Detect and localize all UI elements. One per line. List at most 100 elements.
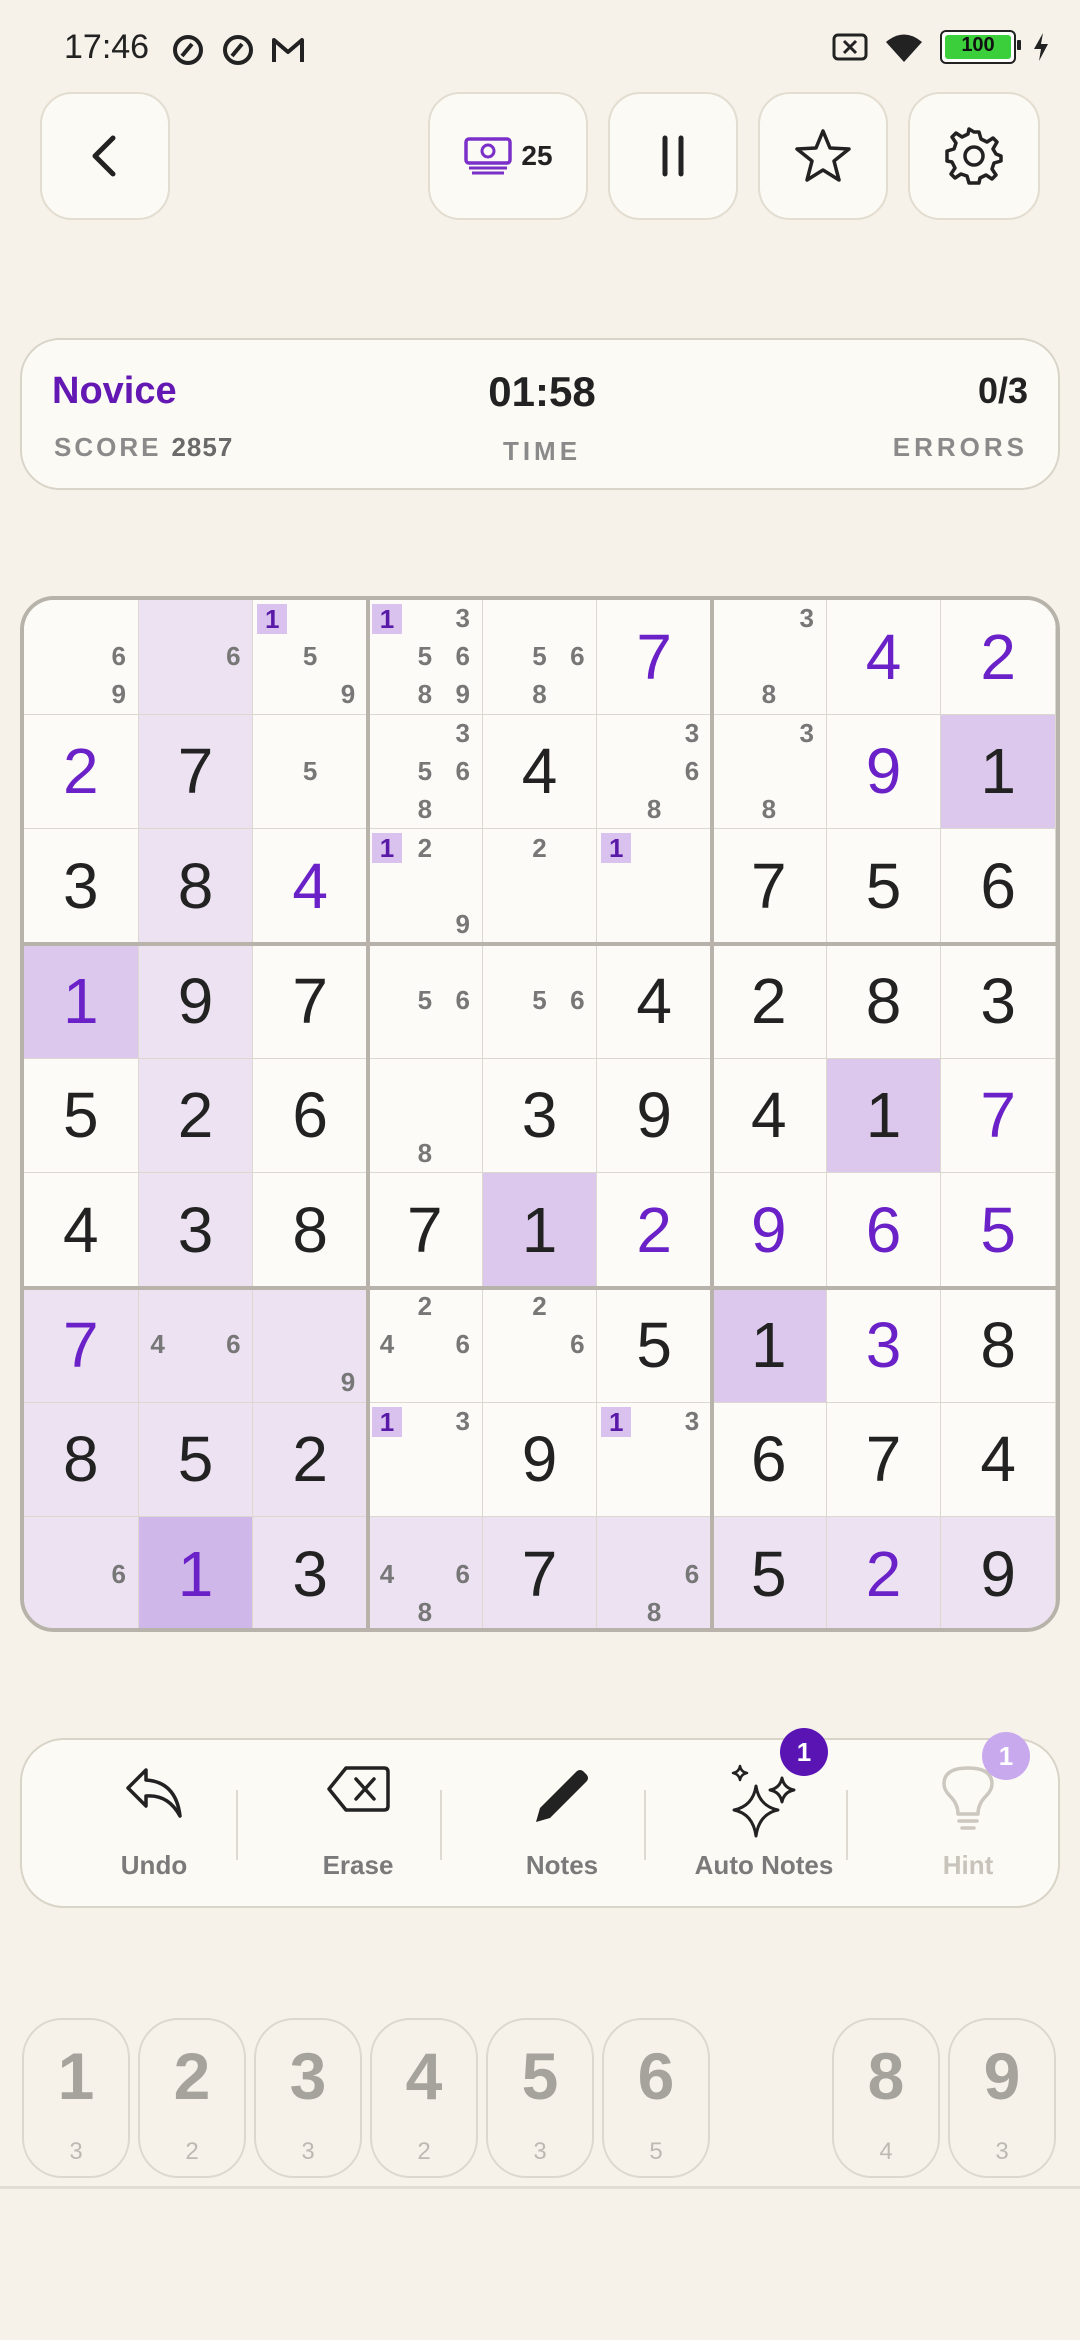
board-cell-r7c8[interactable]: 3 bbox=[826, 1288, 942, 1403]
board-cell-r3c2[interactable]: 8 bbox=[138, 829, 254, 944]
numpad-key-3[interactable]: 3 3 bbox=[254, 2018, 362, 2178]
board-cell-r7c3[interactable]: 9 bbox=[253, 1288, 368, 1403]
erase-button[interactable]: Erase bbox=[268, 1740, 448, 1906]
board-cell-r2c5[interactable]: 4 bbox=[482, 714, 598, 830]
board-cell-r5c5[interactable]: 3 bbox=[482, 1058, 598, 1174]
board-cell-r5c9[interactable]: 7 bbox=[941, 1058, 1056, 1174]
board-cell-r5c2[interactable]: 2 bbox=[138, 1058, 254, 1174]
hint-button[interactable]: Hint bbox=[878, 1740, 1058, 1906]
board-cell-r9c7[interactable]: 5 bbox=[712, 1517, 827, 1628]
numpad-key-9[interactable]: 9 3 bbox=[948, 2018, 1056, 2178]
board-cell-r8c7[interactable]: 6 bbox=[712, 1402, 827, 1518]
board-cell-r3c1[interactable]: 3 bbox=[24, 829, 139, 944]
board-cell-r2c8[interactable]: 9 bbox=[826, 714, 942, 830]
board-cell-r3c3[interactable]: 4 bbox=[253, 829, 368, 944]
board-cell-r1c4[interactable]: 1 35689 bbox=[368, 600, 483, 715]
board-cell-r4c4[interactable]: 56 bbox=[368, 944, 483, 1059]
board-cell-r8c6[interactable]: 13 bbox=[597, 1402, 712, 1518]
board-cell-r4c7[interactable]: 2 bbox=[712, 944, 827, 1059]
board-cell-r3c6[interactable]: 1 bbox=[597, 829, 712, 944]
board-cell-r1c8[interactable]: 4 bbox=[826, 600, 942, 715]
board-cell-r2c3[interactable]: 5 bbox=[253, 714, 368, 830]
board-cell-r2c2[interactable]: 7 bbox=[138, 714, 254, 830]
board-cell-r8c8[interactable]: 7 bbox=[826, 1402, 942, 1518]
cell-note: 6 bbox=[455, 985, 470, 1016]
board-cell-r9c4[interactable]: 4 68 bbox=[368, 1517, 483, 1628]
board-cell-r8c4[interactable]: 13 bbox=[368, 1402, 483, 1518]
board-cell-r4c6[interactable]: 4 bbox=[597, 944, 712, 1059]
board-cell-r9c3[interactable]: 3 bbox=[253, 1517, 368, 1628]
board-cell-r4c9[interactable]: 3 bbox=[941, 944, 1056, 1059]
board-cell-r7c9[interactable]: 8 bbox=[941, 1288, 1056, 1403]
numpad-key-8[interactable]: 8 4 bbox=[832, 2018, 940, 2178]
board-cell-r9c6[interactable]: 68 bbox=[597, 1517, 712, 1628]
board-cell-r1c6[interactable]: 7 bbox=[597, 600, 712, 715]
board-cell-r3c4[interactable]: 12 9 bbox=[368, 829, 483, 944]
board-cell-r6c1[interactable]: 4 bbox=[24, 1173, 139, 1288]
board-cell-r4c5[interactable]: 56 bbox=[482, 944, 598, 1059]
board-cell-r9c2[interactable]: 1 bbox=[138, 1517, 254, 1628]
board-cell-r2c4[interactable]: 3568 bbox=[368, 714, 483, 830]
board-cell-r6c6[interactable]: 2 bbox=[597, 1173, 712, 1288]
board-cell-r3c5[interactable]: 2 bbox=[482, 829, 598, 944]
undo-button[interactable]: Undo bbox=[64, 1740, 244, 1906]
board-cell-r1c1[interactable]: 69 bbox=[24, 600, 139, 715]
board-cell-r9c1[interactable]: 6 bbox=[24, 1517, 139, 1628]
board-cell-r1c3[interactable]: 159 bbox=[253, 600, 368, 715]
settings-button[interactable] bbox=[908, 92, 1040, 220]
board-cell-r4c8[interactable]: 8 bbox=[826, 944, 942, 1059]
board-cell-r6c7[interactable]: 9 bbox=[712, 1173, 827, 1288]
board-cell-r4c1[interactable]: 1 bbox=[24, 944, 139, 1059]
board-cell-r1c5[interactable]: 568 bbox=[482, 600, 598, 715]
board-cell-r8c2[interactable]: 5 bbox=[138, 1402, 254, 1518]
auto-notes-button[interactable]: Auto Notes bbox=[674, 1740, 854, 1906]
board-cell-r6c9[interactable]: 5 bbox=[941, 1173, 1056, 1288]
board-cell-r5c4[interactable]: 8 bbox=[368, 1058, 483, 1174]
board-cell-r7c1[interactable]: 7 bbox=[24, 1288, 139, 1403]
board-cell-r6c8[interactable]: 6 bbox=[826, 1173, 942, 1288]
numpad-key-4[interactable]: 4 2 bbox=[370, 2018, 478, 2178]
numpad-key-5[interactable]: 5 3 bbox=[486, 2018, 594, 2178]
favorite-button[interactable] bbox=[758, 92, 888, 220]
board-cell-r5c8[interactable]: 1 bbox=[826, 1058, 942, 1174]
board-cell-r1c2[interactable]: 6 bbox=[138, 600, 254, 715]
board-cell-r6c2[interactable]: 3 bbox=[138, 1173, 254, 1288]
board-cell-r7c5[interactable]: 26 bbox=[482, 1288, 598, 1403]
board-cell-r7c7[interactable]: 1 bbox=[712, 1288, 827, 1403]
board-cell-r6c5[interactable]: 1 bbox=[482, 1173, 598, 1288]
board-cell-r3c8[interactable]: 5 bbox=[826, 829, 942, 944]
board-cell-r2c9[interactable]: 1 bbox=[941, 714, 1056, 830]
board-cell-r1c7[interactable]: 38 bbox=[712, 600, 827, 715]
numpad-key-1[interactable]: 1 3 bbox=[22, 2018, 130, 2178]
board-cell-r2c1[interactable]: 2 bbox=[24, 714, 139, 830]
board-cell-r9c8[interactable]: 2 bbox=[826, 1517, 942, 1628]
pause-button[interactable] bbox=[608, 92, 738, 220]
board-cell-r8c1[interactable]: 8 bbox=[24, 1402, 139, 1518]
board-cell-r3c7[interactable]: 7 bbox=[712, 829, 827, 944]
board-cell-r5c3[interactable]: 6 bbox=[253, 1058, 368, 1174]
board-cell-r6c3[interactable]: 8 bbox=[253, 1173, 368, 1288]
back-button[interactable] bbox=[40, 92, 170, 220]
board-cell-r5c1[interactable]: 5 bbox=[24, 1058, 139, 1174]
board-cell-r7c2[interactable]: 46 bbox=[138, 1288, 254, 1403]
board-cell-r5c6[interactable]: 9 bbox=[597, 1058, 712, 1174]
board-cell-r4c2[interactable]: 9 bbox=[138, 944, 254, 1059]
board-cell-r2c7[interactable]: 38 bbox=[712, 714, 827, 830]
coins-button[interactable]: 25 bbox=[428, 92, 588, 220]
board-cell-r7c4[interactable]: 24 6 bbox=[368, 1288, 483, 1403]
board-cell-r4c3[interactable]: 7 bbox=[253, 944, 368, 1059]
board-cell-r5c7[interactable]: 4 bbox=[712, 1058, 827, 1174]
numpad-key-6[interactable]: 6 5 bbox=[602, 2018, 710, 2178]
board-cell-r7c6[interactable]: 5 bbox=[597, 1288, 712, 1403]
board-cell-r8c3[interactable]: 2 bbox=[253, 1402, 368, 1518]
numpad-key-2[interactable]: 2 2 bbox=[138, 2018, 246, 2178]
board-cell-r6c4[interactable]: 7 bbox=[368, 1173, 483, 1288]
board-cell-r2c6[interactable]: 3 68 bbox=[597, 714, 712, 830]
board-cell-r1c9[interactable]: 2 bbox=[941, 600, 1056, 715]
board-cell-r9c5[interactable]: 7 bbox=[482, 1517, 598, 1628]
board-cell-r8c9[interactable]: 4 bbox=[941, 1402, 1056, 1518]
board-cell-r3c9[interactable]: 6 bbox=[941, 829, 1056, 944]
board-cell-r9c9[interactable]: 9 bbox=[941, 1517, 1056, 1628]
board-cell-r8c5[interactable]: 9 bbox=[482, 1402, 598, 1518]
notes-button[interactable]: Notes bbox=[472, 1740, 652, 1906]
